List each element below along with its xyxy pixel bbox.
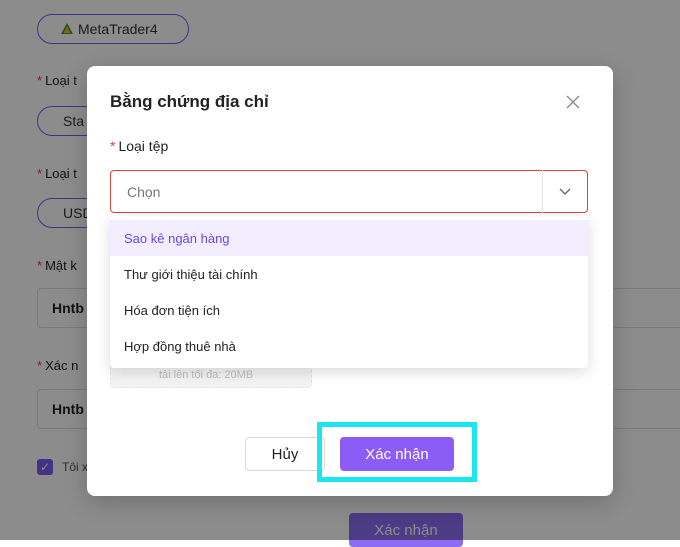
file-type-dropdown: Sao kê ngân hàng Thư giới thiệu tài chín…	[110, 216, 588, 368]
option-utility-bill[interactable]: Hóa đơn tiện ích	[110, 292, 588, 328]
cancel-button[interactable]: Hủy	[245, 437, 325, 471]
modal-title: Bằng chứng địa chỉ	[110, 92, 269, 111]
close-icon[interactable]	[561, 90, 585, 114]
select-placeholder: Chọn	[127, 183, 161, 200]
option-bank-statement[interactable]: Sao kê ngân hàng	[110, 220, 588, 256]
address-proof-modal: Bằng chứng địa chỉ * Loại tệp Chọn tải lê…	[87, 66, 613, 496]
chevron-down-icon[interactable]	[542, 170, 587, 213]
option-financial-reference-letter[interactable]: Thư giới thiệu tài chính	[110, 256, 588, 292]
confirm-button[interactable]: Xác nhận	[340, 437, 454, 471]
upload-hint: tải lên tối đa: 20MB	[159, 369, 254, 381]
option-lease-agreement[interactable]: Hợp đồng thuê nhà	[110, 328, 588, 364]
file-type-select[interactable]: Chọn	[110, 170, 588, 213]
file-type-label: * Loại tệp	[110, 138, 169, 154]
